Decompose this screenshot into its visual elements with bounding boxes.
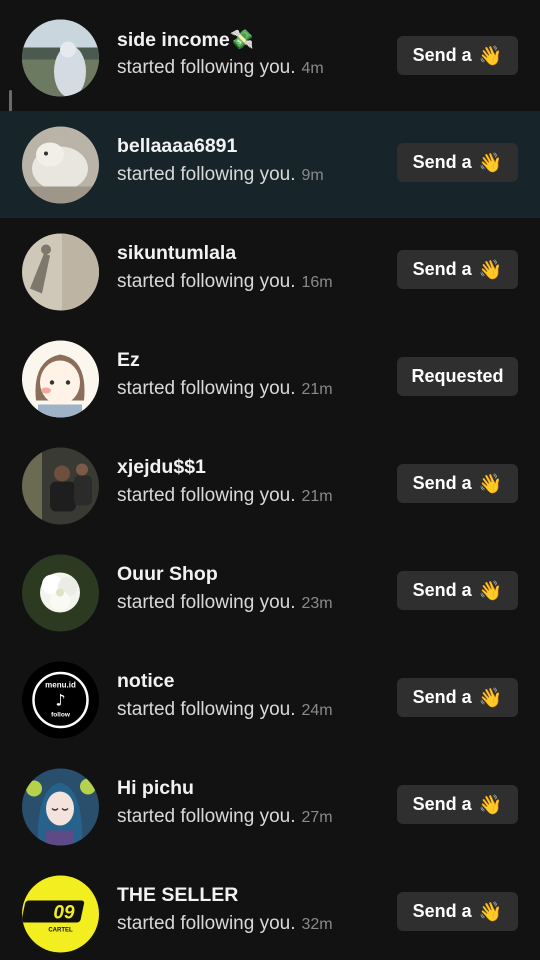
avatar-image <box>22 19 99 96</box>
waving-hand-icon: 👋 <box>478 473 503 495</box>
avatar-image <box>22 554 99 631</box>
send-wave-button[interactable]: Send a 👋 <box>397 464 518 503</box>
timestamp: 16m <box>301 274 333 291</box>
avatar-image <box>22 447 99 524</box>
notification-row[interactable]: bellaaaa6891 started following you. 9m Se… <box>0 111 540 218</box>
avatar[interactable] <box>22 233 99 310</box>
send-wave-button[interactable]: Send a 👋 <box>397 892 518 931</box>
notification-row[interactable]: Ez started following you. 21m Requested <box>0 325 540 432</box>
timestamp: 21m <box>301 381 333 398</box>
username[interactable]: xjejdu$$1 <box>117 456 206 479</box>
username[interactable]: sikuntumlala <box>117 242 236 265</box>
waving-hand-icon: 👋 <box>478 794 503 816</box>
notification-row[interactable]: menu.id ♪ follow notice started followin… <box>0 646 540 753</box>
timestamp: 24m <box>301 702 333 719</box>
avatar-logo-text: 09 <box>53 902 75 923</box>
timestamp: 21m <box>301 488 333 505</box>
notification-row[interactable]: sikuntumlala started following you. 16m S… <box>0 218 540 325</box>
waving-hand-icon: 👋 <box>478 45 503 67</box>
send-wave-button[interactable]: Send a 👋 <box>397 250 518 289</box>
timestamp: 32m <box>301 916 333 933</box>
avatar-image <box>22 768 99 845</box>
avatar[interactable] <box>22 447 99 524</box>
activity-text: started following you. 24m <box>117 699 333 720</box>
activity-text: started following you. 21m <box>117 378 333 399</box>
waving-hand-icon: 👋 <box>478 901 503 923</box>
activity-text: started following you. 21m <box>117 485 333 506</box>
username[interactable]: bellaaaa6891 <box>117 135 237 158</box>
activity-text: started following you. 9m <box>117 164 324 185</box>
send-wave-button[interactable]: Send a 👋 <box>397 36 518 75</box>
avatar-image <box>22 126 99 203</box>
username[interactable]: Ez <box>117 349 140 372</box>
username[interactable]: Ouur Shop <box>117 563 218 586</box>
avatar[interactable] <box>22 340 99 417</box>
activity-text: started following you. 23m <box>117 592 333 613</box>
avatar[interactable] <box>22 554 99 631</box>
avatar[interactable] <box>22 19 99 96</box>
activity-text: started following you. 4m <box>117 57 324 78</box>
timestamp: 23m <box>301 595 333 612</box>
send-wave-button[interactable]: Send a 👋 <box>397 785 518 824</box>
activity-text: started following you. 27m <box>117 806 333 827</box>
avatar-image <box>22 233 99 310</box>
notification-row[interactable]: xjejdu$$1 started following you. 21m Send… <box>0 432 540 539</box>
activity-list[interactable]: side income💸 started following you. 4m Se… <box>0 0 540 960</box>
svg-text:♪: ♪ <box>55 690 65 709</box>
timestamp: 9m <box>301 167 324 184</box>
waving-hand-icon: 👋 <box>478 580 503 602</box>
username[interactable]: THE SELLER <box>117 884 238 907</box>
waving-hand-icon: 👋 <box>478 259 503 281</box>
waving-hand-icon: 👋 <box>478 687 503 709</box>
avatar[interactable] <box>22 768 99 845</box>
avatar[interactable]: menu.id ♪ follow <box>22 661 99 738</box>
notification-row[interactable]: Ouur Shop started following you. 23m Send… <box>0 539 540 646</box>
timestamp: 4m <box>301 60 324 77</box>
username[interactable]: Hi pichu <box>117 777 194 800</box>
send-wave-button[interactable]: Send a 👋 <box>397 678 518 717</box>
activity-text: started following you. 16m <box>117 271 333 292</box>
activity-text: started following you. 32m <box>117 913 333 934</box>
notification-row[interactable]: 09 CARTEL THE SELLER started following y… <box>0 860 540 960</box>
avatar-bottom-text: follow <box>51 711 71 718</box>
avatar-top-text: menu.id <box>45 680 76 689</box>
avatar-logo-subtext: CARTEL <box>48 927 73 933</box>
username[interactable]: notice <box>117 670 174 693</box>
send-wave-button[interactable]: Send a 👋 <box>397 143 518 182</box>
avatar-image: 09 CARTEL <box>22 875 99 952</box>
waving-hand-icon: 👋 <box>478 152 503 174</box>
timestamp: 27m <box>301 809 333 826</box>
avatar[interactable]: 09 CARTEL <box>22 875 99 952</box>
notification-row[interactable]: Hi pichu started following you. 27m Send … <box>0 753 540 860</box>
username[interactable]: side income💸 <box>117 28 254 52</box>
avatar[interactable] <box>22 126 99 203</box>
send-wave-button[interactable]: Send a 👋 <box>397 571 518 610</box>
requested-button[interactable]: Requested <box>397 357 518 396</box>
avatar-image: menu.id ♪ follow <box>22 661 99 738</box>
avatar-image <box>22 340 99 417</box>
notification-row[interactable]: side income💸 started following you. 4m Se… <box>0 4 540 111</box>
